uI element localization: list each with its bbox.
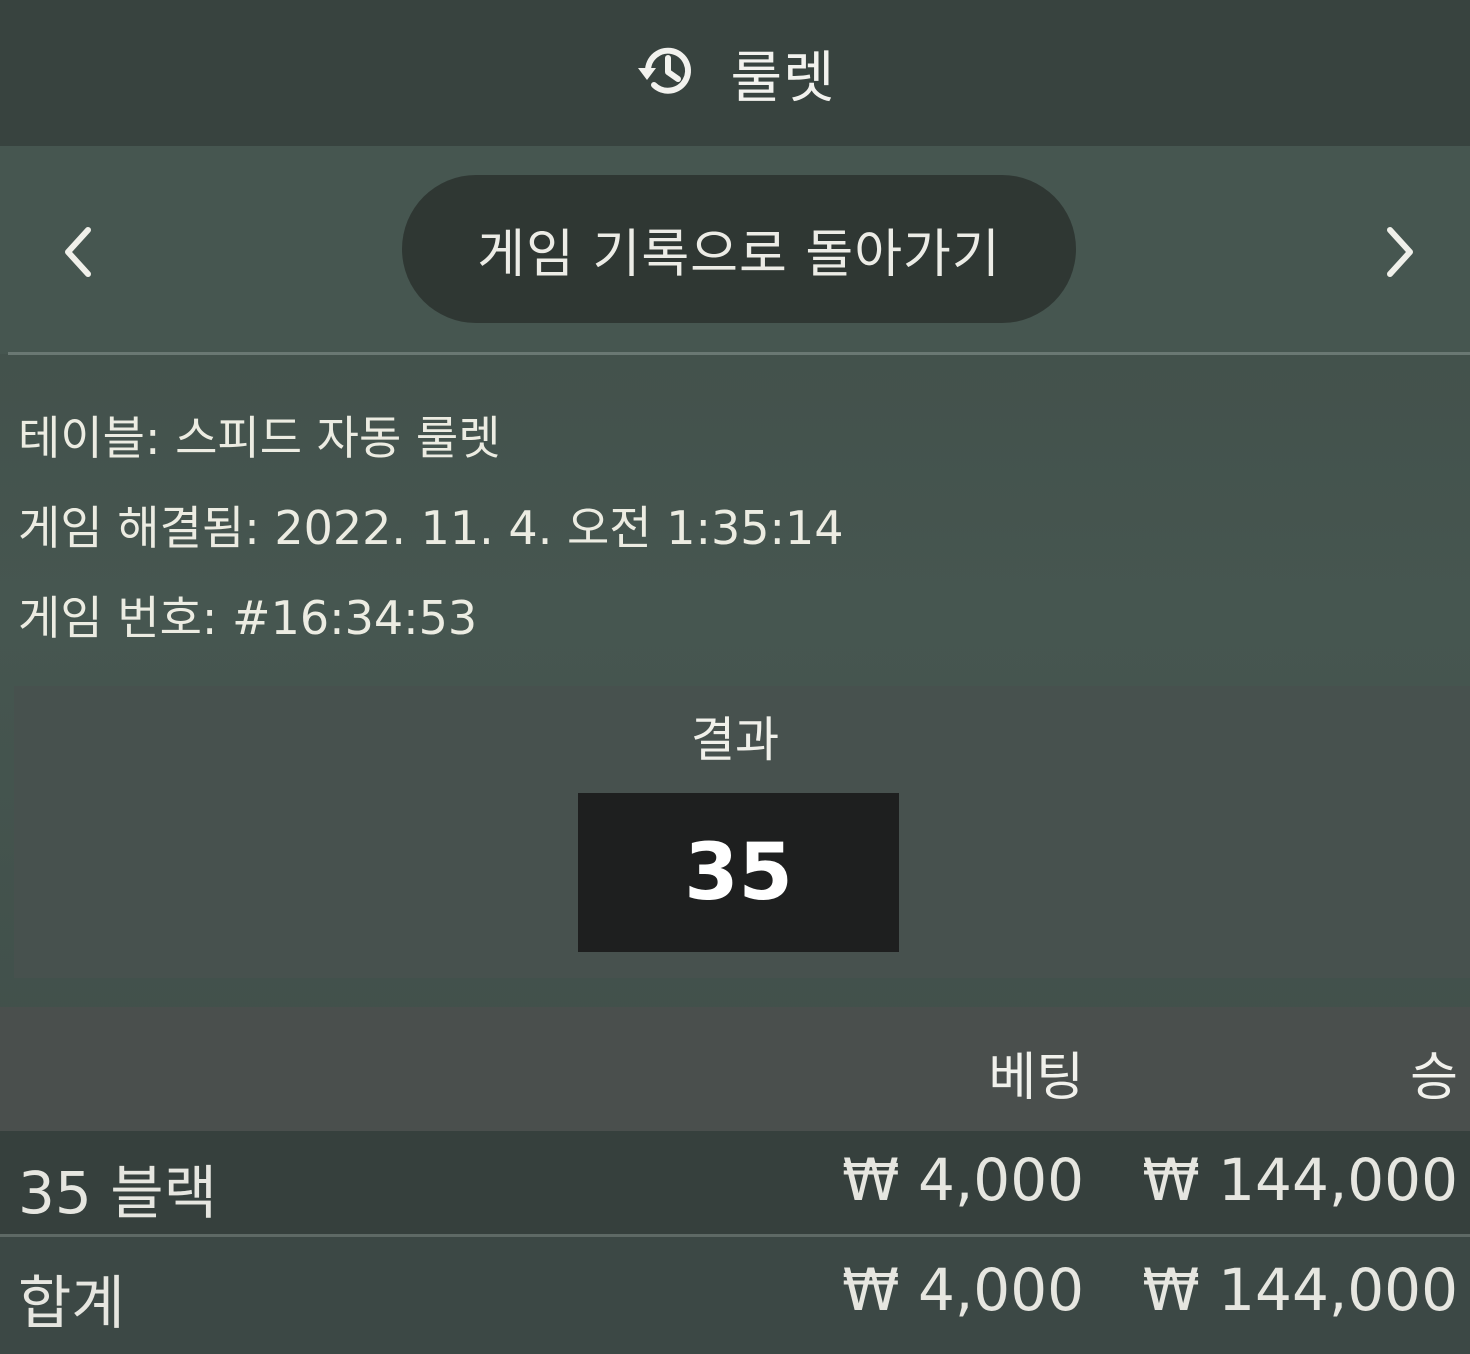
- history-icon[interactable]: [634, 38, 700, 108]
- total-bet-amount: ₩ 4,000: [842, 1256, 1084, 1324]
- bet-name: 35 블랙: [18, 1159, 217, 1227]
- bets-table-header: [0, 1007, 1470, 1131]
- next-game-button[interactable]: [1370, 212, 1430, 292]
- table-name: 테이블: 스피드 자동 룰렛: [18, 411, 501, 465]
- page-title: 룰렛: [730, 45, 836, 111]
- win-amount: ₩ 144,000: [1142, 1146, 1458, 1214]
- chevron-left-icon: [65, 227, 91, 277]
- back-to-history-button[interactable]: 게임 기록으로 돌아가기: [402, 175, 1076, 323]
- chevron-right-icon: [1387, 227, 1413, 277]
- game-number: 게임 번호: #16:34:53: [18, 591, 478, 645]
- divider: [8, 352, 1470, 355]
- win-column-header: 승: [1410, 1048, 1458, 1108]
- bet-column-header: 베팅: [988, 1048, 1084, 1108]
- total-label: 합계: [18, 1269, 125, 1337]
- bet-amount: ₩ 4,000: [842, 1146, 1084, 1214]
- previous-game-button[interactable]: [48, 212, 108, 292]
- total-win-amount: ₩ 144,000: [1142, 1256, 1458, 1324]
- result-label: 결과: [690, 712, 780, 768]
- resolved-time: 게임 해결됨: 2022. 11. 4. 오전 1:35:14: [18, 501, 844, 555]
- app-header: 룰렛: [0, 0, 1470, 146]
- result-number: 35: [578, 793, 899, 952]
